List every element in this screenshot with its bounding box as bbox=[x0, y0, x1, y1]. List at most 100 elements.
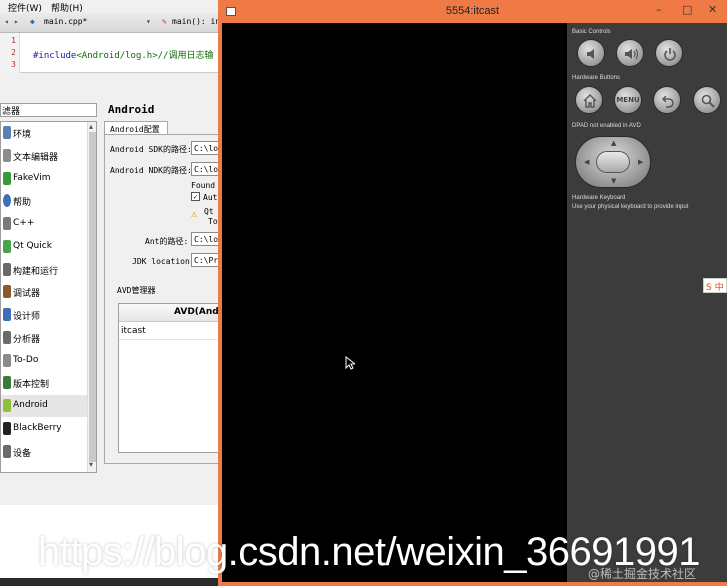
avd-column-header[interactable]: AVD(Andr bbox=[119, 304, 227, 322]
emulator-window: 5554:itcast – □ ✕ Basic Controls Hardwar… bbox=[218, 0, 727, 586]
basic-controls-label: Basic Controls bbox=[572, 29, 611, 35]
category-fakevim[interactable]: FakeVim bbox=[1, 168, 87, 190]
page-title: Android bbox=[108, 103, 155, 116]
scroll-down-icon[interactable]: ▾ bbox=[89, 460, 93, 469]
ime-indicator[interactable]: S 中 bbox=[703, 278, 727, 293]
window-title: 5554:itcast bbox=[445, 5, 500, 17]
keyboard-note: Use your physical keyboard to provide in… bbox=[572, 204, 689, 210]
category-analyzer[interactable]: 分析器 bbox=[1, 327, 87, 349]
category-label: 分析器 bbox=[13, 335, 41, 345]
sdk-path-label: Android SDK的路径: bbox=[110, 145, 192, 154]
category-blackberry[interactable]: BlackBerry bbox=[1, 418, 87, 440]
category-label: 帮助 bbox=[13, 198, 32, 208]
search-icon bbox=[701, 94, 715, 108]
dpad-center-button[interactable] bbox=[596, 151, 630, 173]
code-line: #include<Android/log.h>//调用日志输 bbox=[33, 48, 213, 61]
tab-android-config[interactable]: Android配置 bbox=[104, 121, 168, 135]
home-button[interactable] bbox=[575, 86, 603, 114]
file-tab[interactable]: main.cpp* bbox=[44, 17, 87, 26]
dpad-down-icon[interactable]: ▼ bbox=[611, 177, 616, 185]
qt-menubar: 控件(W) 帮助(H) bbox=[0, 0, 222, 14]
category-label: 文本编辑器 bbox=[13, 153, 59, 163]
dpad-up-icon[interactable]: ▲ bbox=[611, 139, 616, 147]
volume-up-button[interactable] bbox=[616, 39, 644, 67]
avd-row[interactable]: itcast bbox=[119, 322, 227, 340]
category-cpp[interactable]: C++ bbox=[1, 213, 87, 235]
blackberry-icon bbox=[3, 422, 11, 435]
build-run-icon bbox=[3, 263, 11, 276]
category-label: 设计师 bbox=[13, 312, 41, 322]
category-label: 设备 bbox=[13, 449, 32, 459]
emulator-screen[interactable] bbox=[222, 23, 567, 582]
category-designer[interactable]: 设计师 bbox=[1, 304, 87, 326]
category-list: 环境 文本编辑器 FakeVim 帮助 C++ Qt Quick 构建和运行 调… bbox=[0, 121, 97, 473]
include-keyword: #include bbox=[33, 51, 77, 61]
fakevim-icon bbox=[3, 172, 11, 185]
search-button[interactable] bbox=[693, 86, 721, 114]
volume-down-button[interactable] bbox=[577, 39, 605, 67]
category-label: Android bbox=[13, 400, 48, 410]
category-todo[interactable]: To-Do bbox=[1, 350, 87, 372]
text-editor-icon bbox=[3, 149, 11, 162]
menu-button[interactable]: MENU bbox=[614, 86, 642, 114]
filter-input[interactable]: 滤器 bbox=[0, 103, 97, 117]
version-control-icon bbox=[3, 376, 11, 389]
dpad-left-icon[interactable]: ◀ bbox=[584, 158, 589, 166]
back-icon bbox=[661, 95, 674, 108]
line-number-gutter: 1 2 3 bbox=[0, 33, 20, 73]
jdk-location-label: JDK location: bbox=[132, 257, 195, 266]
category-version-control[interactable]: 版本控制 bbox=[1, 372, 87, 394]
minimize-icon[interactable]: – bbox=[656, 3, 662, 16]
options-dialog: 滤器 环境 文本编辑器 FakeVim 帮助 C++ Qt Quick 构建和运 bbox=[0, 95, 231, 505]
power-button[interactable] bbox=[655, 39, 683, 67]
category-qt-quick[interactable]: Qt Quick bbox=[1, 236, 87, 258]
analyzer-icon bbox=[3, 331, 11, 344]
help-icon bbox=[3, 194, 11, 207]
editor-toolbar: ◂ ▸ ◆ main.cpp* ▾ ✎ main(): in bbox=[0, 13, 222, 33]
category-help[interactable]: 帮助 bbox=[1, 190, 87, 212]
include-path: <Android/log.h>//调用日志输 bbox=[76, 51, 214, 61]
dpad-control[interactable]: ▲ ▼ ◀ ▶ bbox=[575, 136, 651, 188]
category-label: 构建和运行 bbox=[13, 267, 59, 277]
avd-manager-label: AVD管理器 bbox=[117, 286, 156, 295]
cpp-icon bbox=[3, 217, 11, 230]
dropdown-arrow-icon[interactable]: ▾ bbox=[146, 17, 151, 26]
qt-quick-icon bbox=[3, 240, 11, 253]
debugger-icon bbox=[3, 285, 11, 298]
dpad-right-icon[interactable]: ▶ bbox=[638, 158, 643, 166]
dpad-note: DPAD not enabled in AVD bbox=[572, 123, 641, 129]
android-icon bbox=[3, 399, 11, 412]
category-label: To-Do bbox=[13, 355, 39, 365]
ant-path-label: Ant的路径: bbox=[145, 237, 189, 246]
close-icon[interactable]: ✕ bbox=[708, 3, 717, 16]
category-text-editor[interactable]: 文本编辑器 bbox=[1, 145, 87, 167]
category-build-run[interactable]: 构建和运行 bbox=[1, 259, 87, 281]
designer-icon bbox=[3, 308, 11, 321]
category-debugger[interactable]: 调试器 bbox=[1, 281, 87, 303]
category-android[interactable]: Android bbox=[1, 395, 87, 417]
category-label: FakeVim bbox=[13, 173, 51, 183]
emulator-titlebar[interactable]: 5554:itcast – □ ✕ bbox=[218, 0, 727, 23]
category-environment[interactable]: 环境 bbox=[1, 122, 87, 144]
category-scrollbar[interactable]: ▴ ▾ bbox=[87, 122, 96, 472]
category-devices[interactable]: 设备 bbox=[1, 441, 87, 463]
category-label: 环境 bbox=[13, 130, 32, 140]
code-editor[interactable]: 1 2 3 #include<Android/log.h>//调用日志输 bbox=[0, 33, 222, 73]
avd-table: AVD(Andr itcast bbox=[118, 303, 228, 453]
hardware-keyboard-label: Hardware Keyboard bbox=[572, 195, 626, 201]
devices-icon bbox=[3, 445, 11, 458]
function-selector[interactable]: main(): in bbox=[172, 17, 220, 26]
hardware-buttons-label: Hardware Buttons bbox=[572, 75, 621, 81]
volume-up-icon bbox=[625, 48, 638, 60]
mouse-cursor-icon bbox=[345, 356, 355, 370]
todo-icon bbox=[3, 354, 11, 367]
back-button[interactable] bbox=[653, 86, 681, 114]
back-arrow-icon[interactable]: ◂ bbox=[4, 17, 9, 26]
auto-create-checkbox[interactable]: ✓ bbox=[191, 192, 200, 201]
ndk-path-label: Android NDK的路径: bbox=[110, 166, 192, 175]
scrollbar-thumb[interactable] bbox=[89, 132, 96, 462]
maximize-icon[interactable]: □ bbox=[682, 3, 692, 16]
forward-arrow-icon[interactable]: ▸ bbox=[14, 17, 19, 26]
scroll-up-icon[interactable]: ▴ bbox=[89, 122, 93, 131]
line-number: 3 bbox=[11, 60, 16, 69]
